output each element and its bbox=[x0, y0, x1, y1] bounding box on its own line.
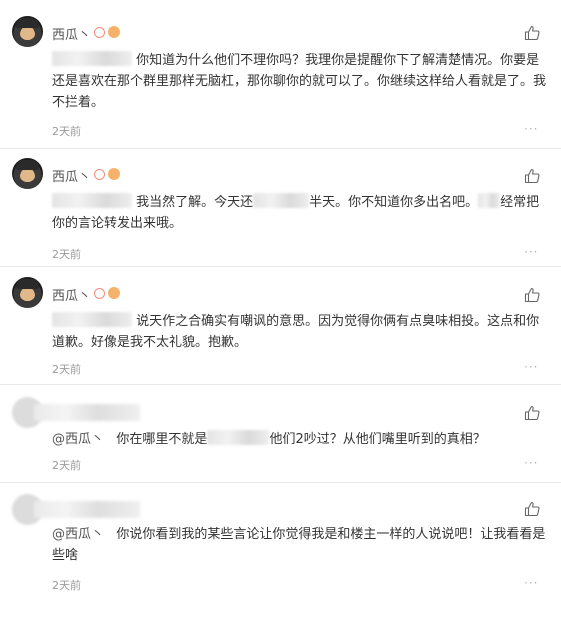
comment-time: 2天前 bbox=[52, 125, 81, 138]
comment-item: @西瓜丶 你在哪里不就是 他们2吵过？从他们嘴里听到的真相？ 2天前 ··· bbox=[0, 384, 561, 483]
thumbs-up-icon[interactable] bbox=[524, 25, 540, 41]
username[interactable]: 西瓜丶 bbox=[52, 285, 91, 304]
comment-time: 2天前 bbox=[52, 248, 81, 261]
member-badge-icon bbox=[108, 26, 120, 38]
thumbs-up-icon[interactable] bbox=[524, 287, 540, 303]
level-badge-icon bbox=[94, 287, 105, 299]
more-dots-icon[interactable]: ··· bbox=[524, 122, 538, 136]
level-badge-icon bbox=[94, 26, 105, 38]
member-badge-icon bbox=[108, 287, 120, 299]
redacted-mention bbox=[52, 193, 132, 208]
comment-item: @西瓜丶 你说你看到我的某些言论让你觉得我是和楼主一样的人说说吧！让我看看是些啥… bbox=[0, 482, 561, 621]
redacted-mention bbox=[52, 312, 132, 327]
comment-time: 2天前 bbox=[52, 579, 81, 592]
redacted-username bbox=[34, 404, 140, 421]
comment-time: 2天前 bbox=[52, 459, 81, 472]
comment-item: 西瓜丶 你知道为什么他们不理你吗？我理你是提醒你下了解清楚情况。你要是还是喜欢在… bbox=[0, 0, 561, 149]
user-badges bbox=[94, 26, 120, 38]
reply-mention[interactable]: @西瓜丶 bbox=[52, 527, 104, 542]
comment-item: 西瓜丶 我当然了解。今天还 半天。你不知道你多出名吧。 经常把你的言论转发出来哦。 … bbox=[0, 148, 561, 267]
user-avatar[interactable] bbox=[12, 158, 43, 189]
redacted-text bbox=[207, 430, 270, 445]
comment-text: @西瓜丶 你说你看到我的某些言论让你觉得我是和楼主一样的人说说吧！让我看看是些啥 bbox=[52, 524, 552, 566]
thumbs-up-icon[interactable] bbox=[524, 168, 540, 184]
comment-body-part1: 你在哪里不就是 bbox=[116, 432, 208, 447]
user-avatar[interactable] bbox=[12, 16, 43, 47]
comment-body-part1: 我当然了解。今天还 bbox=[136, 195, 254, 210]
comment-text: 你知道为什么他们不理你吗？我理你是提醒你下了解清楚情况。你要是还是喜欢在那个群里… bbox=[52, 50, 552, 113]
user-avatar[interactable] bbox=[12, 277, 43, 308]
comment-item: 西瓜丶 说天作之合确实有嘲讽的意思。因为觉得你俩有点臭味相投。这点和你道歉。好像… bbox=[0, 266, 561, 385]
redacted-username bbox=[34, 501, 140, 518]
thumbs-up-icon[interactable] bbox=[524, 501, 540, 517]
comment-body: 你说你看到我的某些言论让你觉得我是和楼主一样的人说说吧！让我看看是些啥 bbox=[52, 527, 546, 563]
comment-body-part2: 他们2吵过？从他们嘴里听到的真相？ bbox=[269, 432, 486, 447]
level-badge-icon bbox=[94, 168, 105, 180]
reply-mention[interactable]: @西瓜丶 bbox=[52, 432, 104, 447]
user-badges bbox=[94, 287, 120, 299]
redacted-text bbox=[478, 193, 501, 208]
user-badges bbox=[94, 168, 120, 180]
comment-text: 我当然了解。今天还 半天。你不知道你多出名吧。 经常把你的言论转发出来哦。 bbox=[52, 192, 552, 234]
comment-text: 说天作之合确实有嘲讽的意思。因为觉得你俩有点臭味相投。这点和你道歉。好像是我不太… bbox=[52, 311, 552, 353]
comment-body-part2: 半天。你不知道你多出名吧。 bbox=[309, 195, 479, 210]
more-dots-icon[interactable]: ··· bbox=[524, 456, 538, 470]
more-dots-icon[interactable]: ··· bbox=[524, 245, 538, 259]
username[interactable]: 西瓜丶 bbox=[52, 166, 91, 185]
member-badge-icon bbox=[108, 168, 120, 180]
redacted-text bbox=[253, 193, 310, 208]
thumbs-up-icon[interactable] bbox=[524, 405, 540, 421]
username[interactable]: 西瓜丶 bbox=[52, 24, 91, 43]
comment-text: @西瓜丶 你在哪里不就是 他们2吵过？从他们嘴里听到的真相？ bbox=[52, 429, 552, 450]
redacted-mention bbox=[52, 51, 132, 66]
more-dots-icon[interactable]: ··· bbox=[524, 576, 538, 590]
comment-time: 2天前 bbox=[52, 363, 81, 376]
more-dots-icon[interactable]: ··· bbox=[524, 360, 538, 374]
